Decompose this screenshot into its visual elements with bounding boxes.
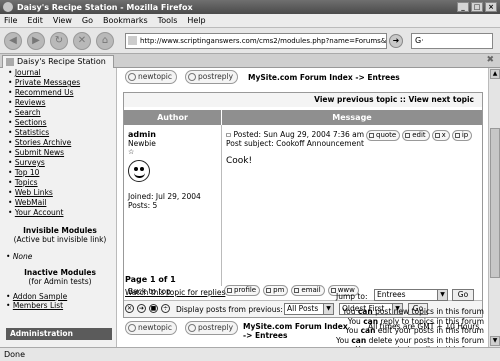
inactive-modules: Inactive Modules (for Admin tests) (6, 268, 114, 286)
jump-label: Jump to: (336, 292, 368, 301)
sidebar-item-submit-news[interactable]: • Submit News (8, 148, 116, 158)
maximize-button[interactable]: □ (471, 2, 483, 12)
search-engine-icon[interactable]: G· (415, 36, 424, 45)
permission-line: You can post new topics in this forum (342, 307, 484, 316)
sidebar-item-surveys[interactable]: • Surveys (8, 158, 116, 168)
chevron-down-icon: ▼ (437, 290, 447, 300)
sidebar-item-sections[interactable]: • Sections (8, 118, 116, 128)
invisible-none: • None (6, 252, 33, 261)
tab-daisys-recipe-station[interactable]: Daisy's Recipe Station (2, 55, 114, 68)
menu-help[interactable]: Help (187, 16, 205, 25)
invisible-modules-title: Invisible Modules (23, 226, 97, 235)
go-icon[interactable]: ➜ (389, 33, 403, 48)
forward-icon[interactable]: ▶ (27, 31, 45, 50)
sidebar-item-recommend-us[interactable]: • Recommend Us (8, 88, 116, 98)
invisible-none-label: None (12, 252, 33, 261)
sidebar-item-members-list[interactable]: • Members List (6, 301, 114, 310)
menu-go[interactable]: Go (82, 16, 93, 25)
search-input[interactable]: G· (411, 32, 493, 49)
page-icon (128, 36, 137, 45)
permission-line: You can delete your posts in this forum (336, 335, 484, 345)
sidebar-item-addon-sample[interactable]: • Addon Sample (6, 292, 114, 301)
forum-permissions: You can post new topics in this forum You… (316, 307, 484, 347)
sidebar-item-top-10[interactable]: • Top 10 (8, 168, 116, 178)
menu-tools[interactable]: Tools (158, 16, 178, 25)
inactive-modules-title: Inactive Modules (24, 268, 96, 277)
vertical-scrollbar[interactable]: ▲ ▼ (488, 68, 500, 347)
menu-bookmarks[interactable]: Bookmarks (103, 16, 148, 25)
inactive-list: • Addon Sample • Members List (6, 292, 114, 310)
scroll-thumb[interactable] (490, 128, 500, 278)
inactive-modules-sub: (for Admin tests) (28, 277, 92, 286)
permission-line: You can reply to topics in this forum (347, 316, 484, 326)
back-icon[interactable]: ◀ (4, 31, 22, 50)
sidebar-item-web-links[interactable]: • Web Links (8, 188, 116, 198)
window-title: Daisy's Recipe Station - Mozilla Firefox (17, 2, 193, 12)
navigation-toolbar: ◀ ▶ ↻ ✕ ⌂ http://www.scriptinganswers.co… (0, 28, 500, 54)
administration-header: Administration (6, 328, 112, 340)
menu-file[interactable]: File (4, 16, 17, 25)
menu-view[interactable]: View (53, 16, 72, 25)
sidebar: • Journal • Private Messages • Recommend U… (0, 68, 117, 347)
sidebar-item-journal[interactable]: • Journal (8, 68, 116, 78)
split-topic-icon[interactable]: ÷ (161, 304, 170, 313)
sidebar-item-statistics[interactable]: • Statistics (8, 128, 116, 138)
status-bar: Done (0, 347, 500, 361)
invisible-modules-sub: (Active but invisible link) (13, 235, 107, 244)
permission-line: You can edit your posts in this forum (345, 326, 484, 335)
menu-bar: File Edit View Go Bookmarks Tools Help (0, 14, 500, 28)
delete-topic-icon[interactable]: ✕ (125, 304, 134, 313)
close-tab-icon[interactable]: ✖ (486, 55, 494, 65)
tab-label: Daisy's Recipe Station (17, 57, 106, 66)
stop-icon[interactable]: ✕ (73, 31, 91, 50)
url-bar[interactable]: http://www.scriptinganswers.com/cms2/mod… (125, 32, 387, 49)
url-text: http://www.scriptinganswers.com/cms2/mod… (140, 36, 387, 45)
firefox-icon (3, 2, 13, 12)
sidebar-item-topics[interactable]: • Topics (8, 178, 116, 188)
sidebar-item-reviews[interactable]: • Reviews (8, 98, 116, 108)
forum-footer: Page 1 of 1 Watch this topic for replies… (121, 68, 486, 347)
invisible-modules: Invisible Modules (Active but invisible … (6, 226, 114, 244)
reload-icon[interactable]: ↻ (50, 31, 68, 50)
window-titlebar: Daisy's Recipe Station - Mozilla Firefox… (0, 0, 500, 14)
close-button[interactable]: × (485, 2, 497, 12)
sidebar-item-stories-archive[interactable]: • Stories Archive (8, 138, 116, 148)
minimize-button[interactable]: _ (457, 2, 469, 12)
jump-to-select[interactable]: Entrees ▼ (374, 289, 448, 301)
watch-topic-link[interactable]: Watch this topic for replies (125, 288, 225, 297)
menu-edit[interactable]: Edit (27, 16, 43, 25)
moderator-tools: ✕ ➜ ■ ÷ (125, 304, 170, 313)
module-list: • Journal • Private Messages • Recommend U… (8, 68, 116, 218)
sidebar-item-search[interactable]: • Search (8, 108, 116, 118)
move-topic-icon[interactable]: ➜ (137, 304, 146, 313)
scroll-up-icon[interactable]: ▲ (490, 69, 500, 79)
tab-favicon-icon (6, 58, 14, 66)
home-icon[interactable]: ⌂ (96, 31, 114, 50)
sidebar-item-your-account[interactable]: • Your Account (8, 208, 116, 218)
sidebar-item-private-messages[interactable]: • Private Messages (8, 78, 116, 88)
sidebar-item-webmail[interactable]: • WebMail (8, 198, 116, 208)
lock-topic-icon[interactable]: ■ (149, 304, 158, 313)
tab-bar: Daisy's Recipe Station ✖ (0, 54, 500, 68)
page-indicator: Page 1 of 1 (125, 275, 176, 284)
scroll-down-icon[interactable]: ▼ (490, 336, 500, 346)
jump-go-button[interactable]: Go (452, 289, 474, 301)
